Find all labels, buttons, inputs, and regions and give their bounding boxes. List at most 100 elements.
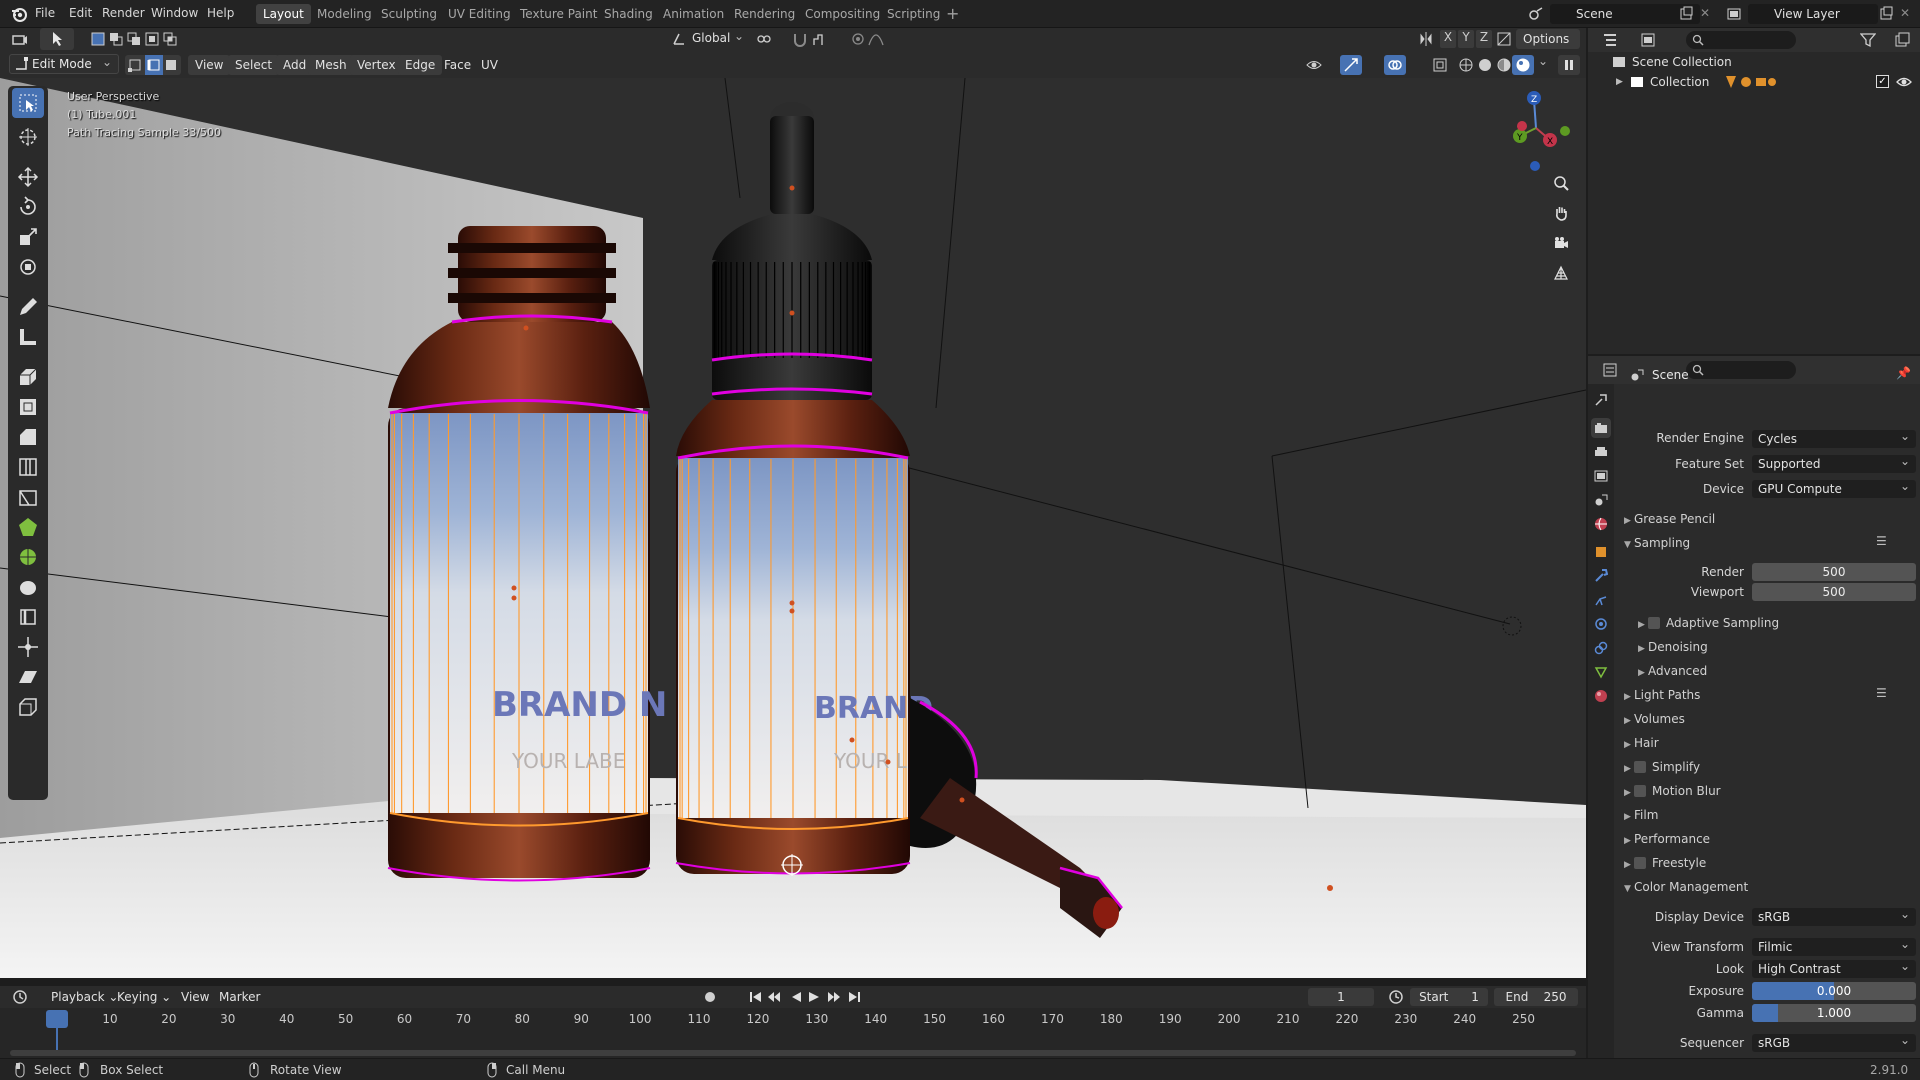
pin-icon[interactable]: 📌 — [1896, 366, 1911, 380]
menu-view[interactable]: View — [188, 55, 231, 75]
tab-sculpting[interactable]: Sculpting — [374, 4, 444, 24]
tool-smooth[interactable] — [12, 572, 44, 602]
panel-sampling[interactable]: ▼ Sampling — [1624, 536, 1690, 550]
motion-blur-checkbox[interactable] — [1634, 785, 1646, 797]
outliner-editor-icon[interactable] — [1602, 32, 1618, 48]
display-mode-icon[interactable] — [1640, 32, 1656, 48]
play-icon[interactable] — [806, 989, 822, 1005]
gizmo-toggle-button[interactable] — [1340, 55, 1362, 75]
tool-select-box[interactable] — [12, 88, 44, 118]
outliner-collection[interactable]: ▶ Collection ✓ — [1588, 72, 1920, 92]
eye-icon[interactable] — [1896, 75, 1912, 89]
simplify-checkbox[interactable] — [1634, 761, 1646, 773]
properties-editor-icon[interactable] — [1602, 362, 1618, 378]
proportional-editing-icon[interactable] — [850, 31, 866, 47]
tab-object[interactable] — [1591, 542, 1611, 562]
panel-freestyle[interactable]: ▶ Freestyle — [1624, 856, 1706, 870]
tab-uv-editing[interactable]: UV Editing — [441, 4, 518, 24]
end-frame-field[interactable]: End 250 — [1494, 988, 1578, 1006]
menu-file[interactable]: File — [35, 6, 55, 20]
navigation-gizmo[interactable]: Z X Y — [1486, 84, 1576, 174]
camera-view-button[interactable] — [1548, 230, 1574, 256]
mirror-x-toggle[interactable]: X — [1440, 30, 1456, 48]
tool-scale[interactable] — [12, 222, 44, 252]
tab-modifiers[interactable] — [1591, 566, 1611, 586]
expand-arrow-icon[interactable]: ▶ — [1616, 72, 1623, 92]
tool-cursor[interactable] — [12, 122, 44, 152]
menu-marker[interactable]: Marker — [212, 987, 267, 1007]
overlays-toggle-button[interactable] — [1384, 55, 1406, 75]
edge-select-mode-button[interactable] — [145, 55, 163, 75]
tab-data[interactable] — [1591, 662, 1611, 682]
editor-type-icon[interactable] — [12, 32, 28, 48]
select-invert-icon[interactable] — [144, 31, 160, 47]
tab-rendering[interactable]: Rendering — [727, 4, 802, 24]
tab-animation[interactable]: Animation — [656, 4, 731, 24]
select-new-icon[interactable] — [90, 31, 106, 47]
presets-list-icon[interactable]: ☰ — [1876, 534, 1887, 548]
adaptive-sampling-checkbox[interactable] — [1648, 617, 1660, 629]
3d-viewport[interactable]: BRAND N YOUR LABE BRAND YOUR L User Pers… — [0, 78, 1586, 978]
tab-modeling[interactable]: Modeling — [310, 4, 379, 24]
look-dropdown[interactable]: High Contrast — [1752, 957, 1916, 978]
face-select-mode-button[interactable] — [163, 57, 179, 73]
menu-window[interactable]: Window — [151, 6, 198, 20]
tab-texture-paint[interactable]: Texture Paint — [513, 4, 604, 24]
snap-icon[interactable] — [792, 31, 808, 47]
pause-render-button[interactable] — [1558, 55, 1580, 75]
timeline-area[interactable]: 1102030405060708090100110120130140150160… — [0, 1008, 1586, 1058]
add-workspace-button[interactable]: + — [946, 4, 959, 23]
falloff-icon[interactable] — [868, 31, 884, 47]
panel-motion-blur[interactable]: ▶ Motion Blur — [1624, 784, 1721, 798]
tool-bevel[interactable] — [12, 422, 44, 452]
jump-start-icon[interactable] — [748, 989, 764, 1005]
tab-layout[interactable]: Layout — [256, 4, 311, 24]
tool-rotate[interactable] — [12, 192, 44, 222]
vertex-select-mode-button[interactable] — [127, 57, 143, 73]
material-preview-icon[interactable] — [1496, 57, 1512, 73]
viewport-samples-field[interactable]: 500 — [1752, 583, 1916, 601]
tool-knife[interactable] — [12, 482, 44, 512]
timeline-editor-icon[interactable] — [12, 989, 28, 1005]
panel-performance[interactable]: ▶ Performance — [1624, 832, 1710, 846]
tab-output[interactable] — [1591, 442, 1611, 462]
view-transform-dropdown[interactable]: Filmic — [1752, 935, 1916, 956]
tool-loop-cut[interactable] — [12, 452, 44, 482]
menu-edit[interactable]: Edit — [69, 6, 92, 20]
pivot-point-icon[interactable] — [756, 31, 772, 47]
menu-uv[interactable]: UV — [474, 55, 505, 75]
tab-view-layer[interactable] — [1591, 466, 1611, 486]
panel-color-management[interactable]: ▼ Color Management — [1624, 880, 1748, 894]
sequencer-dropdown[interactable]: sRGB — [1752, 1031, 1916, 1052]
play-reverse-icon[interactable] — [788, 989, 804, 1005]
zoom-button[interactable] — [1548, 170, 1574, 196]
view-layer-icon[interactable] — [1726, 6, 1742, 22]
start-frame-field[interactable]: Start 1 — [1410, 988, 1488, 1006]
display-device-dropdown[interactable]: sRGB — [1752, 905, 1916, 926]
gamma-slider[interactable]: 1.000 — [1752, 1004, 1916, 1022]
tool-extrude[interactable] — [12, 362, 44, 392]
tool-inset[interactable] — [12, 392, 44, 422]
mirror-y-toggle[interactable]: Y — [1458, 30, 1474, 48]
panel-simplify[interactable]: ▶ Simplify — [1624, 760, 1700, 774]
scene-icon[interactable] — [1528, 6, 1544, 22]
object-visibility-icon[interactable] — [1306, 57, 1322, 73]
panel-hair[interactable]: ▶ Hair — [1624, 736, 1659, 750]
outliner-scene-collection[interactable]: Scene Collection — [1588, 52, 1920, 72]
ortho-toggle-button[interactable] — [1548, 260, 1574, 286]
tab-physics[interactable] — [1591, 614, 1611, 634]
tool-annotate[interactable] — [12, 292, 44, 322]
rendered-shading-button[interactable] — [1512, 55, 1534, 75]
playhead[interactable] — [46, 1010, 68, 1028]
snap-increment-icon[interactable] — [812, 31, 828, 47]
tab-render[interactable] — [1591, 418, 1611, 438]
menu-vertex[interactable]: Vertex — [350, 55, 403, 75]
prev-keyframe-icon[interactable] — [766, 989, 782, 1005]
select-subtract-icon[interactable] — [126, 31, 142, 47]
menu-keying[interactable]: Keying ⌄ — [110, 987, 178, 1007]
tab-particles[interactable] — [1591, 590, 1611, 610]
tool-measure[interactable] — [12, 322, 44, 352]
xray-icon[interactable] — [1432, 57, 1448, 73]
tool-move[interactable] — [12, 162, 44, 192]
wireframe-shading-icon[interactable] — [1458, 57, 1474, 73]
